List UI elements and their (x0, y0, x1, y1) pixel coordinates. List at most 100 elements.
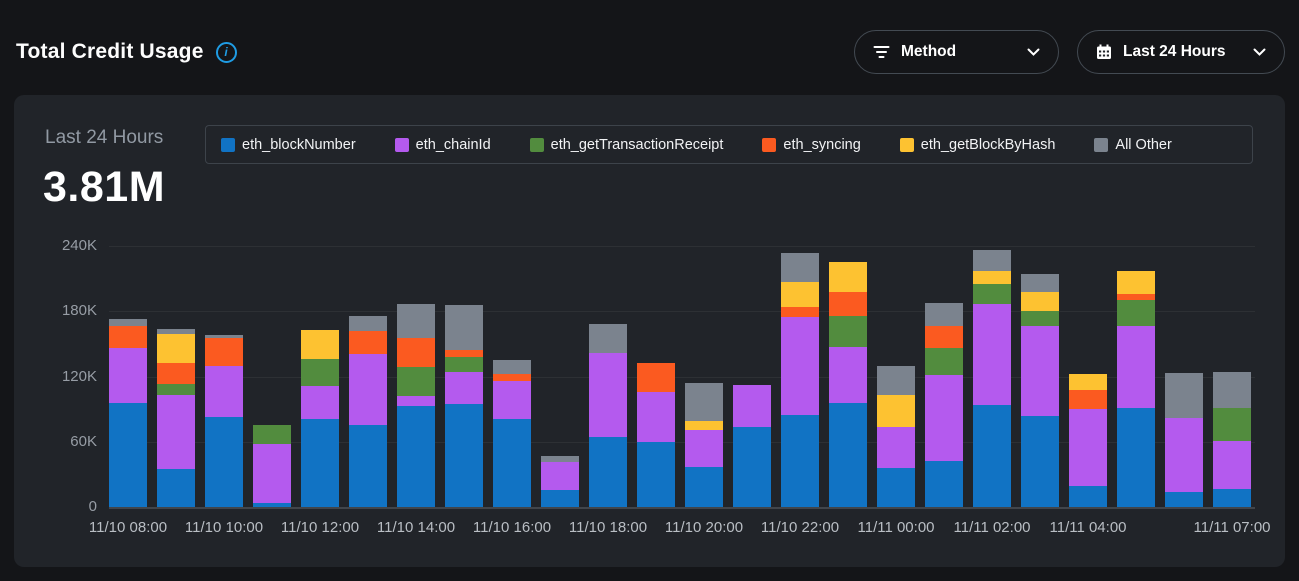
legend-item-eth_getTransactionReceipt[interactable]: eth_getTransactionReceipt (530, 137, 724, 153)
bar-segment-eth_chainId (925, 375, 963, 461)
bar-column[interactable] (253, 425, 291, 507)
bar-segment-eth_getBlockByHash (781, 282, 819, 307)
bar-column[interactable] (493, 360, 531, 507)
bar-segment-eth_syncing (397, 338, 435, 366)
filter-pills: Method Last 24 Hours (854, 30, 1285, 74)
bar-segment-All Other (1021, 274, 1059, 291)
bar-column[interactable] (877, 366, 915, 507)
bar-column[interactable] (637, 363, 675, 507)
legend-chip (762, 138, 776, 152)
bar-segment-eth_blockNumber (781, 415, 819, 507)
x-axis-tick: 11/10 14:00 (377, 519, 455, 536)
bar-segment-eth_getTransactionReceipt (973, 284, 1011, 304)
legend-label: eth_getBlockByHash (921, 137, 1056, 153)
bar-segment-All Other (781, 253, 819, 282)
bar-segment-eth_blockNumber (253, 503, 291, 507)
bar-segment-eth_getTransactionReceipt (301, 359, 339, 386)
legend-chip (530, 138, 544, 152)
legend-item-All Other[interactable]: All Other (1094, 137, 1171, 153)
legend-chip (395, 138, 409, 152)
bar-segment-eth_blockNumber (637, 442, 675, 507)
bar-segment-eth_chainId (685, 430, 723, 467)
bar-segment-eth_chainId (205, 366, 243, 417)
bar-segment-eth_getTransactionReceipt (829, 316, 867, 348)
legend-label: eth_chainId (416, 137, 491, 153)
legend-item-eth_getBlockByHash[interactable]: eth_getBlockByHash (900, 137, 1056, 153)
bar-segment-eth_syncing (925, 326, 963, 348)
period-dropdown[interactable]: Last 24 Hours (1077, 30, 1285, 74)
bar-segment-eth_blockNumber (685, 467, 723, 507)
bar-segment-eth_blockNumber (205, 417, 243, 507)
bar-segment-eth_syncing (829, 292, 867, 316)
legend-label: All Other (1115, 137, 1171, 153)
bar-column[interactable] (685, 383, 723, 507)
bar-segment-eth_blockNumber (1069, 486, 1107, 507)
x-axis-tick: 11/11 00:00 (857, 519, 934, 536)
bar-segment-eth_getTransactionReceipt (1213, 408, 1251, 441)
page-title: Total Credit Usage (16, 40, 204, 64)
calendar-icon (1096, 44, 1112, 60)
bar-segment-eth_chainId (493, 381, 531, 419)
method-dropdown[interactable]: Method (854, 30, 1059, 74)
bar-column[interactable] (109, 319, 147, 507)
bar-segment-eth_getBlockByHash (301, 330, 339, 359)
chevron-down-icon (1253, 48, 1266, 56)
bar-segment-eth_chainId (733, 385, 771, 426)
bar-segment-eth_syncing (1069, 390, 1107, 410)
bar-column[interactable] (349, 316, 387, 507)
bar-segment-eth_blockNumber (1117, 408, 1155, 507)
bar-segment-All Other (109, 319, 147, 327)
bar-segment-eth_blockNumber (1165, 492, 1203, 507)
bar-column[interactable] (1117, 271, 1155, 507)
bar-segment-eth_chainId (1213, 441, 1251, 489)
bar-segment-eth_getBlockByHash (1117, 271, 1155, 294)
x-axis-tick: 11/10 18:00 (569, 519, 647, 536)
bar-segment-All Other (877, 366, 915, 395)
bar-segment-eth_chainId (397, 396, 435, 406)
bar-column[interactable] (973, 250, 1011, 507)
bar-column[interactable] (1021, 274, 1059, 507)
bar-column[interactable] (589, 324, 627, 507)
bar-segment-eth_chainId (1069, 409, 1107, 486)
bar-segment-eth_getTransactionReceipt (445, 357, 483, 372)
chevron-down-icon (1027, 48, 1040, 56)
info-icon[interactable]: i (216, 42, 237, 63)
legend-item-eth_blockNumber[interactable]: eth_blockNumber (221, 137, 356, 153)
bar-column[interactable] (445, 305, 483, 507)
bar-column[interactable] (1165, 373, 1203, 507)
bar-segment-eth_blockNumber (493, 419, 531, 507)
bar-column[interactable] (301, 330, 339, 507)
bar-segment-All Other (685, 383, 723, 421)
legend-chip (221, 138, 235, 152)
bar-segment-eth_chainId (589, 353, 627, 438)
method-dropdown-label: Method (901, 43, 956, 61)
legend-item-eth_syncing[interactable]: eth_syncing (762, 137, 860, 153)
header: Total Credit Usage i Method (16, 28, 1285, 76)
bar-segment-eth_chainId (877, 427, 915, 468)
bar-column[interactable] (781, 253, 819, 507)
legend-item-eth_chainId[interactable]: eth_chainId (395, 137, 491, 153)
bar-column[interactable] (925, 303, 963, 507)
bar-column[interactable] (829, 262, 867, 507)
bar-segment-All Other (589, 324, 627, 352)
bar-column[interactable] (157, 329, 195, 507)
bar-column[interactable] (733, 385, 771, 507)
bar-segment-eth_chainId (541, 462, 579, 489)
plot-area: 240K180K120K60K011/10 08:0011/10 10:0011… (109, 246, 1255, 507)
bar-segment-eth_syncing (637, 363, 675, 391)
summary-total-value: 3.81M (43, 163, 165, 212)
bar-column[interactable] (1069, 374, 1107, 507)
x-axis-tick: 11/10 10:00 (185, 519, 263, 536)
bar-segment-eth_chainId (781, 317, 819, 415)
bar-column[interactable] (205, 335, 243, 507)
gridline (109, 507, 1255, 509)
bar-segment-All Other (397, 304, 435, 339)
bar-column[interactable] (541, 456, 579, 507)
bar-column[interactable] (397, 304, 435, 507)
bar-segment-eth_getTransactionReceipt (1021, 311, 1059, 326)
x-axis-tick: 11/10 16:00 (473, 519, 551, 536)
gridline (109, 246, 1255, 247)
bar-column[interactable] (1213, 372, 1251, 507)
bar-segment-eth_chainId (829, 347, 867, 402)
x-axis-tick: 11/11 04:00 (1049, 519, 1126, 536)
